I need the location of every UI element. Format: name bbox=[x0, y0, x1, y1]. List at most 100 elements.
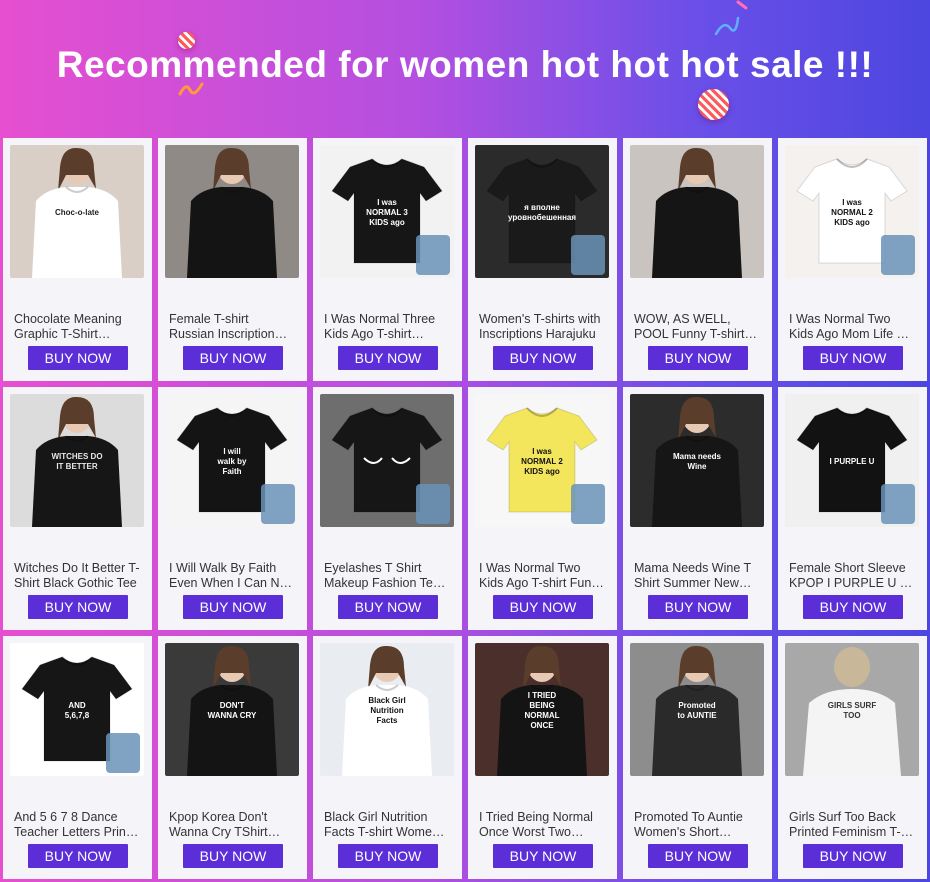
product-title[interactable]: Chocolate Meaning Graphic T-Shirt Women … bbox=[14, 312, 140, 342]
product-image[interactable]: AND 5,6,7,8 bbox=[10, 643, 144, 776]
product-image[interactable]: I was NORMAL 3 KIDS ago bbox=[320, 145, 454, 278]
product-image[interactable]: Promoted to AUNTIE bbox=[630, 643, 764, 776]
product-card[interactable]: AND 5,6,7,8 And 5 6 7 8 Dance Teacher Lett… bbox=[3, 636, 152, 879]
product-title[interactable]: Black Girl Nutrition Facts T-shirt Women… bbox=[324, 810, 450, 840]
buy-now-button[interactable]: BUY NOW bbox=[183, 346, 283, 370]
product-card[interactable]: DON'T WANNA CRY Kpop Korea Don't Wanna Cry… bbox=[158, 636, 307, 879]
svg-text:WITCHES DO: WITCHES DO bbox=[51, 452, 102, 461]
product-card[interactable]: Choc-o-late Chocolate Meaning Graphic T-S… bbox=[3, 138, 152, 381]
product-thumbnail-graphic: I wasNORMAL 3KIDS ago bbox=[320, 145, 454, 278]
product-image[interactable]: WITCHES DO IT BETTER bbox=[10, 394, 144, 527]
buy-now-button[interactable]: BUY NOW bbox=[28, 595, 128, 619]
buy-now-button[interactable]: BUY NOW bbox=[338, 844, 438, 868]
svg-text:NORMAL 3: NORMAL 3 bbox=[366, 208, 408, 217]
promo-banner: Recommended for women hot hot hot sale !… bbox=[0, 0, 930, 136]
product-card[interactable]: I was NORMAL 2 KIDS ago I Was Normal Two Ki… bbox=[778, 138, 927, 381]
svg-text:уровнобешенная: уровнобешенная bbox=[508, 213, 576, 222]
buy-now-button[interactable]: BUY NOW bbox=[803, 346, 903, 370]
buy-now-button[interactable]: BUY NOW bbox=[493, 595, 593, 619]
product-image[interactable] bbox=[165, 145, 299, 278]
svg-text:Wine: Wine bbox=[687, 462, 707, 471]
product-card[interactable]: I was NORMAL 2 KIDS ago I Was Normal Two Ki… bbox=[468, 387, 617, 630]
product-image[interactable]: Choc-o-late bbox=[10, 145, 144, 278]
product-title[interactable]: I Was Normal Two Kids Ago Mom Life T-shi… bbox=[789, 312, 915, 342]
buy-now-button[interactable]: BUY NOW bbox=[28, 844, 128, 868]
svg-text:KIDS ago: KIDS ago bbox=[834, 218, 870, 227]
product-thumbnail-graphic: Black GirlNutritionFacts bbox=[320, 643, 454, 776]
product-thumbnail-graphic: Choc-o-late bbox=[10, 145, 144, 278]
product-thumbnail-graphic: I TRIEDBEINGNORMALONCE bbox=[475, 643, 609, 776]
product-card[interactable]: я вполне уровнобешенная Women's T-shirts w… bbox=[468, 138, 617, 381]
product-card[interactable]: I will walk by Faith I Will Walk By Faith E… bbox=[158, 387, 307, 630]
product-thumbnail-graphic bbox=[320, 394, 454, 527]
product-title[interactable]: Female Short Sleeve KPOP I PURPLE U T-sh… bbox=[789, 561, 915, 591]
buy-now-button[interactable]: BUY NOW bbox=[648, 844, 748, 868]
product-card[interactable]: Black Girl Nutrition Facts Black Girl Nutri… bbox=[313, 636, 462, 879]
svg-text:NORMAL 2: NORMAL 2 bbox=[521, 457, 563, 466]
product-card[interactable]: I TRIED BEING NORMAL ONCE I Tried Being Norm… bbox=[468, 636, 617, 879]
buy-now-button[interactable]: BUY NOW bbox=[648, 595, 748, 619]
product-title[interactable]: Promoted To Auntie Women's Short Sleeve … bbox=[634, 810, 760, 840]
product-title[interactable]: WOW, AS WELL, POOL Funny T-shirt Women bbox=[634, 312, 760, 342]
product-card[interactable]: WITCHES DO IT BETTER Witches Do It Better … bbox=[3, 387, 152, 630]
product-card[interactable]: Promoted to AUNTIE Promoted To Auntie Wome… bbox=[623, 636, 772, 879]
buy-now-button[interactable]: BUY NOW bbox=[803, 595, 903, 619]
svg-text:DON'T: DON'T bbox=[220, 701, 245, 710]
product-card[interactable]: I was NORMAL 3 KIDS ago I Was Normal Three … bbox=[313, 138, 462, 381]
svg-text:KIDS ago: KIDS ago bbox=[524, 467, 560, 476]
product-title[interactable]: Mama Needs Wine T Shirt Summer New Tee bbox=[634, 561, 760, 591]
product-image[interactable] bbox=[630, 145, 764, 278]
product-card[interactable]: I PURPLE U Female Short Sleeve KPOP I PUR… bbox=[778, 387, 927, 630]
product-image[interactable]: I will walk by Faith bbox=[165, 394, 299, 527]
product-title[interactable]: Female T-shirt Russian Inscription Short… bbox=[169, 312, 295, 342]
product-title[interactable]: Women's T-shirts with Inscriptions Haraj… bbox=[479, 312, 605, 342]
buy-now-button[interactable]: BUY NOW bbox=[338, 346, 438, 370]
product-image[interactable]: Mama needs Wine bbox=[630, 394, 764, 527]
product-image[interactable]: I PURPLE U bbox=[785, 394, 919, 527]
product-image[interactable] bbox=[320, 394, 454, 527]
svg-text:ONCE: ONCE bbox=[530, 721, 554, 730]
svg-text:walk by: walk by bbox=[217, 457, 247, 466]
product-grid: Choc-o-late Chocolate Meaning Graphic T-S… bbox=[3, 138, 928, 882]
product-title[interactable]: And 5 6 7 8 Dance Teacher Letters Print … bbox=[14, 810, 140, 840]
product-title[interactable]: Kpop Korea Don't Wanna Cry TShirt Women bbox=[169, 810, 295, 840]
product-thumbnail-graphic: я вполнеуровнобешенная bbox=[475, 145, 609, 278]
product-title[interactable]: I Will Walk By Faith Even When I Can Not… bbox=[169, 561, 295, 591]
product-thumbnail-graphic: Promotedto AUNTIE bbox=[630, 643, 764, 776]
product-image[interactable]: Black Girl Nutrition Facts bbox=[320, 643, 454, 776]
product-title[interactable]: Eyelashes T Shirt Makeup Fashion Tee Wom… bbox=[324, 561, 450, 591]
product-title[interactable]: Girls Surf Too Back Printed Feminism T-s… bbox=[789, 810, 915, 840]
buy-now-button[interactable]: BUY NOW bbox=[183, 844, 283, 868]
buy-now-button[interactable]: BUY NOW bbox=[338, 595, 438, 619]
svg-text:я вполне: я вполне bbox=[524, 203, 560, 212]
buy-now-button[interactable]: BUY NOW bbox=[183, 595, 283, 619]
product-image[interactable]: я вполне уровнобешенная bbox=[475, 145, 609, 278]
product-thumbnail-graphic bbox=[165, 145, 299, 278]
buy-now-button[interactable]: BUY NOW bbox=[648, 346, 748, 370]
product-card[interactable]: Female T-shirt Russian Inscription Short… bbox=[158, 138, 307, 381]
product-card[interactable]: GIRLS SURF TOO Girls Surf Too Back Printed… bbox=[778, 636, 927, 879]
product-image[interactable]: GIRLS SURF TOO bbox=[785, 643, 919, 776]
svg-text:5,6,7,8: 5,6,7,8 bbox=[65, 711, 90, 720]
product-title[interactable]: I Was Normal Three Kids Ago T-shirt Casu… bbox=[324, 312, 450, 342]
buy-now-button[interactable]: BUY NOW bbox=[803, 844, 903, 868]
svg-text:I TRIED: I TRIED bbox=[528, 691, 557, 700]
product-image[interactable]: I was NORMAL 2 KIDS ago bbox=[475, 394, 609, 527]
product-image[interactable]: DON'T WANNA CRY bbox=[165, 643, 299, 776]
product-title[interactable]: Witches Do It Better T-Shirt Black Gothi… bbox=[14, 561, 140, 591]
product-image[interactable]: I TRIED BEING NORMAL ONCE bbox=[475, 643, 609, 776]
buy-now-button[interactable]: BUY NOW bbox=[493, 844, 593, 868]
confetti-icon bbox=[736, 0, 748, 10]
product-title[interactable]: I Was Normal Two Kids Ago T-shirt Funny … bbox=[479, 561, 605, 591]
product-card[interactable]: Eyelashes T Shirt Makeup Fashion Tee Wom… bbox=[313, 387, 462, 630]
product-title[interactable]: I Tried Being Normal Once Worst Two Minu… bbox=[479, 810, 605, 840]
product-thumbnail-graphic: I wasNORMAL 2KIDS ago bbox=[785, 145, 919, 278]
product-card[interactable]: WOW, AS WELL, POOL Funny T-shirt Women BU… bbox=[623, 138, 772, 381]
svg-text:Mama needs: Mama needs bbox=[673, 452, 722, 461]
buy-now-button[interactable]: BUY NOW bbox=[28, 346, 128, 370]
svg-text:I was: I was bbox=[532, 447, 552, 456]
product-image[interactable]: I was NORMAL 2 KIDS ago bbox=[785, 145, 919, 278]
product-card[interactable]: Mama needs Wine Mama Needs Wine T Shirt Su… bbox=[623, 387, 772, 630]
buy-now-button[interactable]: BUY NOW bbox=[493, 346, 593, 370]
svg-text:KIDS ago: KIDS ago bbox=[369, 218, 405, 227]
